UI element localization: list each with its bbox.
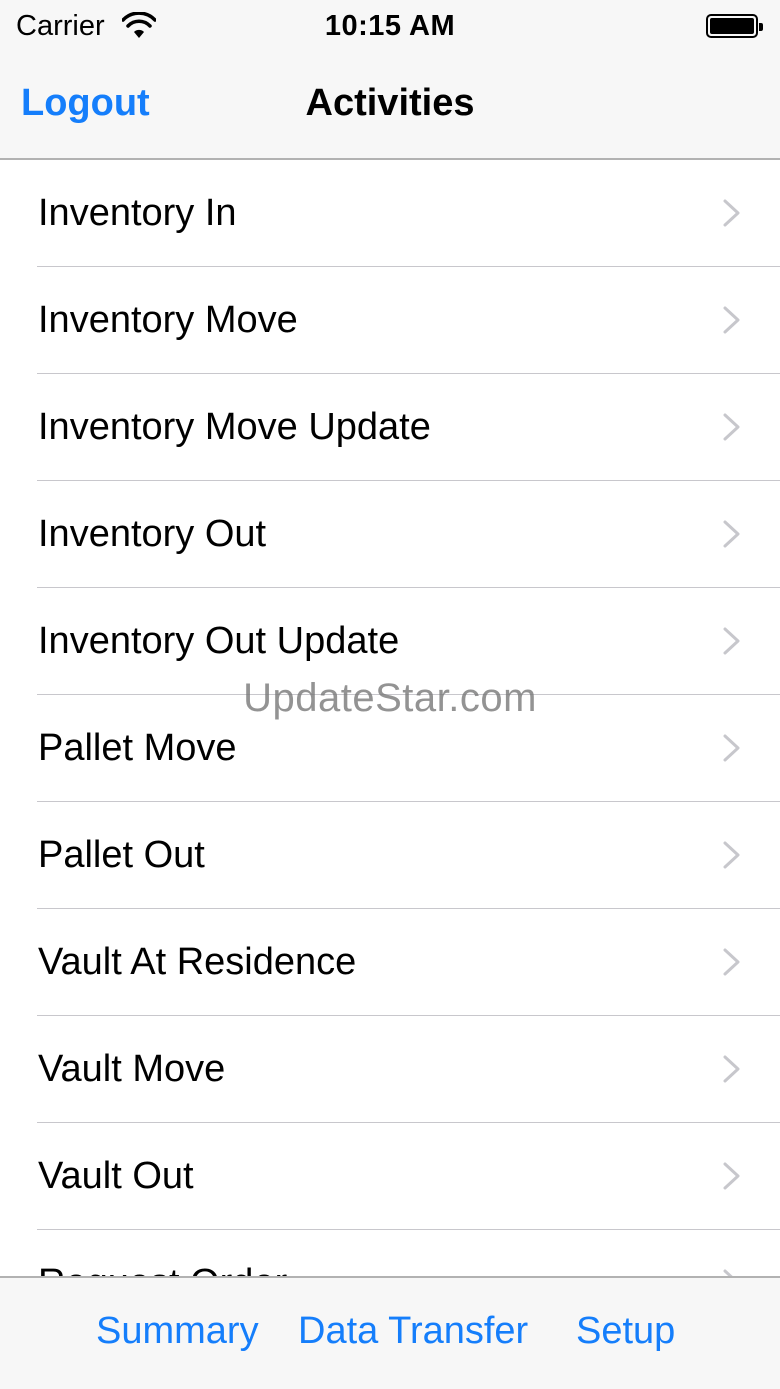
list-item-label: Inventory Move <box>38 299 298 341</box>
data-transfer-button[interactable]: Data Transfer <box>298 1310 528 1353</box>
list-item-label: Inventory Move Update <box>38 406 431 448</box>
list-item[interactable]: Pallet Out <box>0 802 780 909</box>
page-title: Activities <box>305 82 475 124</box>
battery-icon <box>706 14 763 38</box>
list-item-label: Inventory Out Update <box>38 620 400 662</box>
list-item[interactable]: Request Order <box>0 1230 780 1276</box>
status-bar: Carrier 10:15 AM <box>0 0 780 54</box>
chevron-right-icon <box>723 734 740 762</box>
chevron-right-icon <box>723 1055 740 1083</box>
list-item[interactable]: Inventory Out Update <box>0 588 780 695</box>
list-item-label: Inventory In <box>38 192 237 234</box>
status-time: 10:15 AM <box>324 10 456 42</box>
chevron-right-icon <box>723 306 740 334</box>
list-item[interactable]: Inventory Move Update <box>0 374 780 481</box>
list-item[interactable]: Vault At Residence <box>0 909 780 1016</box>
chevron-right-icon <box>723 948 740 976</box>
summary-button[interactable]: Summary <box>96 1310 259 1353</box>
list-item[interactable]: Inventory Move <box>0 267 780 374</box>
chevron-right-icon <box>723 199 740 227</box>
list-item-label: Vault Out <box>38 1155 194 1197</box>
navigation-bar: Logout Activities <box>0 54 780 160</box>
list-item[interactable]: Vault Move <box>0 1016 780 1123</box>
chevron-right-icon <box>723 413 740 441</box>
list-item-label: Inventory Out <box>38 513 267 555</box>
chevron-right-icon <box>723 841 740 869</box>
list-item-label: Request Order <box>38 1262 287 1276</box>
list-item-label: Vault At Residence <box>38 941 357 983</box>
list-item[interactable]: Pallet Move <box>0 695 780 802</box>
chevron-right-icon <box>723 627 740 655</box>
chevron-right-icon <box>723 1269 733 1276</box>
list-item-label: Vault Move <box>38 1048 226 1090</box>
list-item[interactable]: Inventory Out <box>0 481 780 588</box>
list-item-label: Pallet Out <box>38 834 205 876</box>
chevron-right-icon <box>723 520 740 548</box>
activities-list[interactable]: Inventory In Inventory Move Inventory Mo… <box>0 160 780 1276</box>
list-item[interactable]: Inventory In <box>0 160 780 267</box>
chevron-right-icon <box>723 1162 740 1190</box>
setup-button[interactable]: Setup <box>576 1310 675 1353</box>
list-item[interactable]: Vault Out <box>0 1123 780 1230</box>
list-item-label: Pallet Move <box>38 727 237 769</box>
bottom-toolbar: Summary Data Transfer Setup <box>0 1276 780 1389</box>
